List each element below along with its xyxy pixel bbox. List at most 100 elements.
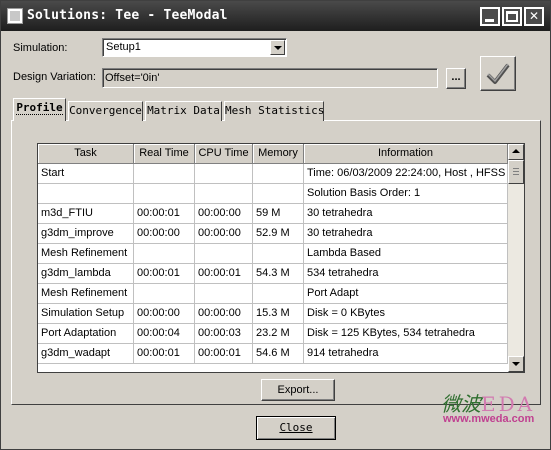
- title-bar[interactable]: Solutions: Tee - TeeModal ✕: [1, 1, 550, 31]
- cpu-time-cell: 00:00:01: [195, 264, 253, 284]
- export-button[interactable]: Export...: [261, 379, 335, 401]
- cpu-time-cell: [195, 184, 253, 204]
- memory-cell: 15.3 M: [253, 304, 304, 324]
- tab-matrix-data[interactable]: Matrix Data: [145, 101, 222, 121]
- real-time-cell: 00:00:00: [134, 304, 195, 324]
- information-cell: 30 tetrahedra: [304, 224, 508, 244]
- cpu-time-cell: 00:00:00: [195, 204, 253, 224]
- grip-line: [513, 174, 519, 175]
- memory-cell: [253, 244, 304, 264]
- real-time-cell: 00:00:01: [134, 264, 195, 284]
- checkmark-icon: [486, 63, 510, 84]
- memory-cell: [253, 164, 304, 184]
- table-row[interactable]: g3dm_wadapt 00:00:01 00:00:01 54.6 M 914 tet…: [38, 344, 508, 364]
- memory-cell: [253, 284, 304, 304]
- cpu-time-cell: 00:00:01: [195, 344, 253, 364]
- real-time-cell: [134, 244, 195, 264]
- table-row[interactable]: Port Adaptation 00:00:04 00:00:03 23.2 M Dis…: [38, 324, 508, 344]
- simulation-label: Simulation:: [13, 42, 68, 54]
- simulation-select[interactable]: Setup1: [102, 38, 287, 57]
- information-cell: 30 tetrahedra: [304, 204, 508, 224]
- task-cell: [38, 184, 134, 204]
- table-row[interactable]: g3dm_improve 00:00:00 00:00:00 52.9 M 30 tet…: [38, 224, 508, 244]
- column-header-information[interactable]: Information: [304, 144, 508, 164]
- cpu-time-cell: 00:00:03: [195, 324, 253, 344]
- table-row[interactable]: Simulation Setup 00:00:00 00:00:00 15.3 M Di…: [38, 304, 508, 324]
- information-cell: Disk = 125 KBytes, 534 tetrahedra: [304, 324, 508, 344]
- maximize-button[interactable]: [502, 7, 522, 26]
- watermark-logo: 微波EDA www.mweda.com: [441, 388, 541, 428]
- close-button[interactable]: Close: [256, 416, 336, 440]
- task-cell: g3dm_improve: [38, 224, 134, 244]
- cpu-time-cell: 00:00:00: [195, 224, 253, 244]
- task-cell: Mesh Refinement: [38, 284, 134, 304]
- information-cell: Port Adapt: [304, 284, 508, 304]
- real-time-cell: [134, 164, 195, 184]
- table-row[interactable]: Solution Basis Order: 1: [38, 184, 508, 204]
- design-variation-field[interactable]: Offset='0in': [102, 68, 438, 88]
- close-button-label: Close: [279, 421, 313, 434]
- chevron-down-icon[interactable]: [270, 40, 285, 55]
- column-header-real-time[interactable]: Real Time: [134, 144, 195, 164]
- app-icon: [7, 8, 23, 24]
- memory-cell: [253, 184, 304, 204]
- real-time-cell: [134, 184, 195, 204]
- task-cell: g3dm_wadapt: [38, 344, 134, 364]
- tab-convergence[interactable]: Convergence: [68, 101, 143, 121]
- real-time-cell: 00:00:01: [134, 344, 195, 364]
- window-title: Solutions: Tee - TeeModal: [27, 8, 228, 23]
- column-header-task[interactable]: Task: [38, 144, 134, 164]
- information-cell: Solution Basis Order: 1: [304, 184, 508, 204]
- task-cell: Start: [38, 164, 134, 184]
- solutions-dialog: Solutions: Tee - TeeModal ✕ Simulation: …: [0, 0, 551, 450]
- apply-button[interactable]: [480, 56, 516, 91]
- design-variation-value: Offset='0in': [105, 72, 160, 84]
- design-variation-label: Design Variation:: [13, 71, 96, 83]
- close-icon: ✕: [528, 9, 540, 23]
- memory-cell: 54.3 M: [253, 264, 304, 284]
- maximize-icon: [506, 11, 518, 22]
- scroll-down-icon[interactable]: [508, 356, 524, 372]
- grip-line: [513, 168, 519, 169]
- memory-cell: 52.9 M: [253, 224, 304, 244]
- table-row[interactable]: Mesh Refinement Lambda Based: [38, 244, 508, 264]
- scroll-up-icon[interactable]: [508, 144, 524, 160]
- memory-cell: 59 M: [253, 204, 304, 224]
- column-header-memory[interactable]: Memory: [253, 144, 304, 164]
- memory-cell: 23.2 M: [253, 324, 304, 344]
- task-cell: m3d_FTIU: [38, 204, 134, 224]
- information-cell: Disk = 0 KBytes: [304, 304, 508, 324]
- task-cell: g3dm_lambda: [38, 264, 134, 284]
- real-time-cell: 00:00:04: [134, 324, 195, 344]
- scrollbar-thumb[interactable]: [508, 160, 524, 184]
- cpu-time-cell: [195, 284, 253, 304]
- browse-variation-button[interactable]: ...: [446, 68, 466, 89]
- watermark-url: www.mweda.com: [443, 413, 535, 425]
- information-cell: 534 tetrahedra: [304, 264, 508, 284]
- close-window-button[interactable]: ✕: [524, 7, 544, 26]
- vertical-scrollbar[interactable]: [508, 144, 524, 372]
- cpu-time-cell: [195, 244, 253, 264]
- cpu-time-cell: 00:00:00: [195, 304, 253, 324]
- table-row[interactable]: g3dm_lambda 00:00:01 00:00:01 54.3 M 534 tet…: [38, 264, 508, 284]
- information-cell: 914 tetrahedra: [304, 344, 508, 364]
- tab-profile[interactable]: Profile: [13, 98, 66, 121]
- minimize-button[interactable]: [480, 7, 500, 26]
- column-header-cpu-time[interactable]: CPU Time: [195, 144, 253, 164]
- task-cell: Simulation Setup: [38, 304, 134, 324]
- simulation-value: Setup1: [106, 41, 141, 53]
- real-time-cell: [134, 284, 195, 304]
- minimize-icon: [485, 19, 494, 22]
- table-row[interactable]: Start Time: 06/03/2009 22:24:00, Host , H…: [38, 164, 508, 184]
- profile-table[interactable]: Task Real Time CPU Time Memory Informati…: [37, 143, 525, 373]
- grip-line: [513, 171, 519, 172]
- cpu-time-cell: [195, 164, 253, 184]
- tab-mesh-statistics[interactable]: Mesh Statistics: [224, 101, 324, 121]
- task-cell: Port Adaptation: [38, 324, 134, 344]
- table-row[interactable]: m3d_FTIU 00:00:01 00:00:00 59 M 30 tetrahedr…: [38, 204, 508, 224]
- real-time-cell: 00:00:01: [134, 204, 195, 224]
- table-row[interactable]: Mesh Refinement Port Adapt: [38, 284, 508, 304]
- information-cell: Time: 06/03/2009 22:24:00, Host , HFSS: [304, 164, 508, 184]
- real-time-cell: 00:00:00: [134, 224, 195, 244]
- memory-cell: 54.6 M: [253, 344, 304, 364]
